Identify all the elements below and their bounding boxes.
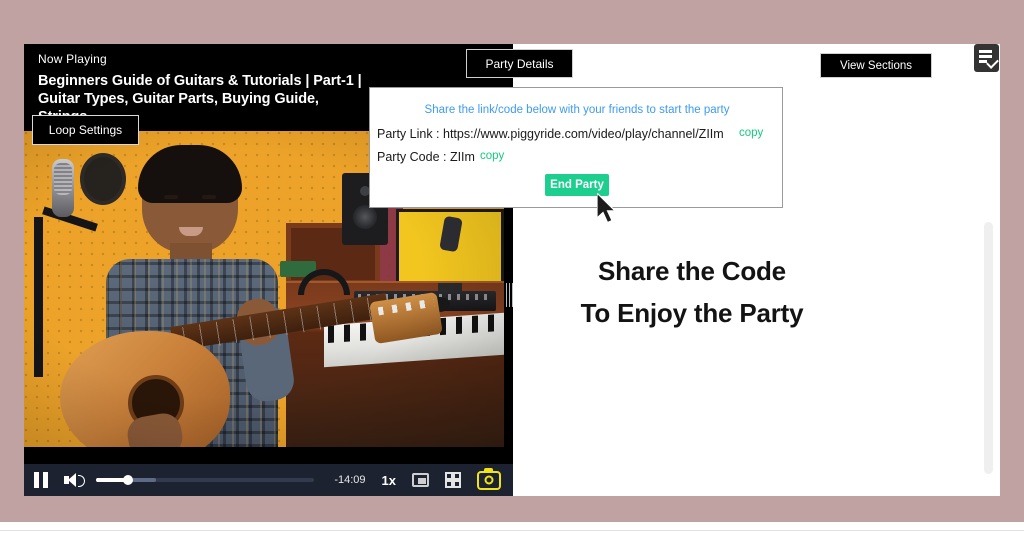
list-check-icon[interactable] bbox=[974, 44, 999, 72]
screen-root: Share the Code To Enjoy the Party Now Pl… bbox=[0, 0, 1024, 536]
party-code-text: Party Code : ZIIm bbox=[377, 150, 475, 164]
party-details-popup: Share the link/code below with your frie… bbox=[369, 87, 783, 208]
progress-knob[interactable] bbox=[123, 475, 133, 485]
bottom-white-strip bbox=[0, 522, 1024, 536]
playback-speed-button[interactable]: 1x bbox=[382, 473, 396, 488]
popup-subtitle: Share the link/code below with your frie… bbox=[424, 104, 730, 116]
progress-slider[interactable] bbox=[96, 475, 314, 485]
volume-icon[interactable] bbox=[64, 472, 85, 488]
party-link-text: Party Link : https://www.piggyride.com/v… bbox=[377, 127, 724, 141]
loop-settings-button[interactable]: Loop Settings bbox=[32, 115, 139, 145]
page-scrollbar-thumb[interactable] bbox=[984, 222, 993, 474]
time-remaining: -14:09 bbox=[334, 474, 366, 486]
picture-in-picture-icon[interactable] bbox=[412, 473, 429, 487]
camera-icon[interactable] bbox=[477, 467, 501, 490]
share-headline-line1: Share the Code bbox=[598, 256, 786, 286]
player-controls-bar: -14:09 1x bbox=[24, 464, 513, 496]
view-sections-button[interactable]: View Sections bbox=[820, 53, 932, 78]
arrow-cursor-icon bbox=[597, 193, 617, 224]
exit-fullscreen-icon[interactable] bbox=[445, 472, 461, 488]
now-playing-label: Now Playing bbox=[38, 52, 107, 66]
copy-party-link-button[interactable]: copy bbox=[739, 127, 763, 139]
bottom-divider bbox=[0, 530, 1024, 531]
party-details-button[interactable]: Party Details bbox=[466, 49, 573, 78]
pause-icon[interactable] bbox=[34, 472, 50, 488]
share-headline: Share the Code To Enjoy the Party bbox=[513, 250, 871, 334]
copy-party-code-button[interactable]: copy bbox=[480, 150, 504, 162]
player-resize-handle[interactable] bbox=[505, 282, 513, 308]
share-headline-line2: To Enjoy the Party bbox=[580, 298, 804, 328]
